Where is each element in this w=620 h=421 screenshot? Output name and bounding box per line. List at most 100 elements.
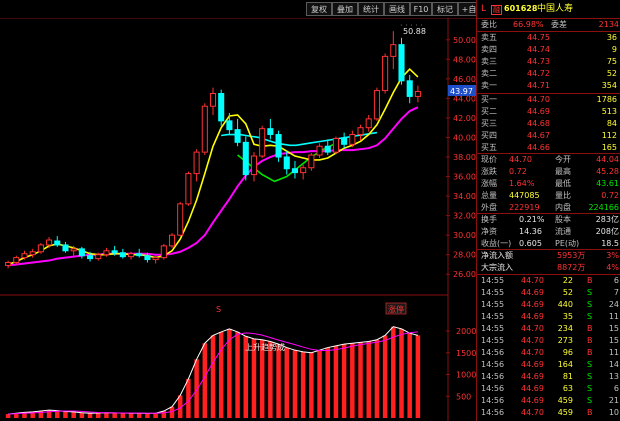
tick-count: 11 <box>608 312 619 321</box>
candle <box>54 236 61 247</box>
tick-side: S <box>587 396 593 405</box>
ask-price: 44.72 <box>527 69 550 78</box>
stock-code: 601628 <box>504 4 538 13</box>
bid-price: 44.68 <box>527 119 550 128</box>
volume-bar <box>79 412 85 418</box>
y-tick-label: 40.00 <box>453 133 476 142</box>
current-price-label: 43.97 <box>450 87 473 96</box>
volume-bar <box>300 351 306 418</box>
tick-price: 44.70 <box>521 348 544 357</box>
candle <box>5 260 12 269</box>
kline-chart[interactable]: 50.0048.0046.0044.0042.0040.0038.0036.00… <box>0 18 476 421</box>
trend-label: 上升趋势成 <box>245 342 285 352</box>
tick-time: 14:55 <box>481 336 505 345</box>
quote-row: 现价 44.70 今开 44.04 <box>477 154 620 166</box>
quote-value-2: 43.61 <box>596 179 619 188</box>
dot-row: · · · · · <box>400 21 423 30</box>
volume-bar <box>169 406 175 418</box>
tick-row: 14:56 44.69 63 S 6 <box>477 383 620 395</box>
tick-time: 14:56 <box>481 396 505 405</box>
bid-row: 买二 44.69 513 <box>477 106 620 118</box>
draw-line-button[interactable]: 画线 <box>384 2 410 16</box>
fuquan-button[interactable]: 复权 <box>306 2 332 16</box>
stats-row: 净资 14.36 流通 208亿 <box>477 226 620 238</box>
quote-value-2: 45.28 <box>596 167 619 176</box>
tick-count: 21 <box>608 396 619 405</box>
volume-bar <box>145 413 150 418</box>
candle <box>308 153 315 171</box>
stat-label-2: 股本 <box>555 215 571 224</box>
candle <box>414 85 421 103</box>
volume-bar <box>210 335 216 418</box>
tick-time: 14:55 <box>481 312 505 321</box>
flow-percent: 3% <box>606 251 619 260</box>
volume-bar <box>317 350 322 418</box>
ask-row: 卖四 44.74 9 <box>477 44 620 56</box>
candle <box>300 164 307 180</box>
tick-row: 14:56 44.70 459 B 10 <box>477 407 620 419</box>
tick-volume: 459 <box>557 408 573 417</box>
bid-label: 买四 <box>481 131 497 140</box>
candle <box>234 118 241 147</box>
tick-count: 6 <box>613 276 619 285</box>
volume-bar <box>350 343 355 418</box>
tick-volume: 440 <box>557 300 573 309</box>
volume-bar <box>415 335 421 418</box>
y-tick-label: 36.00 <box>453 173 476 182</box>
stat-label-2: 流通 <box>555 227 571 236</box>
candle <box>259 125 266 158</box>
tick-count: 11 <box>608 348 619 357</box>
stat-value: 14.36 <box>519 227 542 236</box>
tick-row: 14:55 44.70 22 B 6 <box>477 275 620 287</box>
stock-prefix: L <box>481 4 487 14</box>
volume-bar <box>333 345 339 418</box>
order-diff-value: 2134 <box>598 20 619 29</box>
candle <box>365 114 372 132</box>
candle <box>316 143 323 158</box>
ask-label: 卖四 <box>481 45 497 54</box>
tick-side: S <box>587 288 593 297</box>
tick-time: 14:56 <box>481 348 505 357</box>
quote-label-2: 量比 <box>555 191 571 200</box>
tick-side: B <box>587 336 593 345</box>
flow-value: 8872万 <box>557 263 586 272</box>
volume-bar <box>87 413 93 418</box>
quote-value-2: 44.04 <box>596 155 619 164</box>
volume-bar <box>136 413 142 418</box>
bid-label: 买三 <box>481 119 497 128</box>
volume-bar <box>63 411 68 418</box>
volume-y-tick-label: 1000 <box>456 371 476 380</box>
candle <box>267 118 274 140</box>
flow-label: 净流入额 <box>481 251 513 260</box>
candle <box>406 74 413 104</box>
candle <box>341 132 348 149</box>
order-diff-label: 委差 <box>551 20 567 29</box>
ask-label: 卖五 <box>481 33 497 42</box>
candle <box>275 130 282 162</box>
bid-row: 买一 44.70 1786 <box>477 94 620 106</box>
tick-side: S <box>587 300 593 309</box>
ma-long-line <box>7 106 419 267</box>
candle <box>119 248 126 259</box>
stat-value-2: 283亿 <box>595 215 619 224</box>
tick-time: 14:55 <box>481 324 505 333</box>
volume-bar <box>276 344 281 418</box>
bid-label: 买二 <box>481 107 497 116</box>
mark-button[interactable]: 标记 <box>432 2 458 16</box>
bid-price: 44.67 <box>527 131 550 140</box>
quote-panel: L 融 601628 中国人寿 委比 66.98% 委差 2134 卖五 44.7… <box>476 0 620 421</box>
quote-row: 总量 447085 量比 0.72 <box>477 190 620 202</box>
f10-button[interactable]: F10 <box>410 2 432 16</box>
statistics-button[interactable]: 统计 <box>358 2 384 16</box>
tick-count: 10 <box>608 408 619 417</box>
volume-bar <box>292 350 298 418</box>
ask-volume: 52 <box>606 69 617 78</box>
tick-volume: 63 <box>562 384 573 393</box>
volume-bar <box>202 343 208 418</box>
tick-price: 44.69 <box>521 384 544 393</box>
candle <box>218 89 225 126</box>
tick-side: S <box>587 372 593 381</box>
y-tick-label: 48.00 <box>453 55 476 64</box>
volume-bar <box>128 413 134 418</box>
overlay-button[interactable]: 叠加 <box>332 2 358 16</box>
